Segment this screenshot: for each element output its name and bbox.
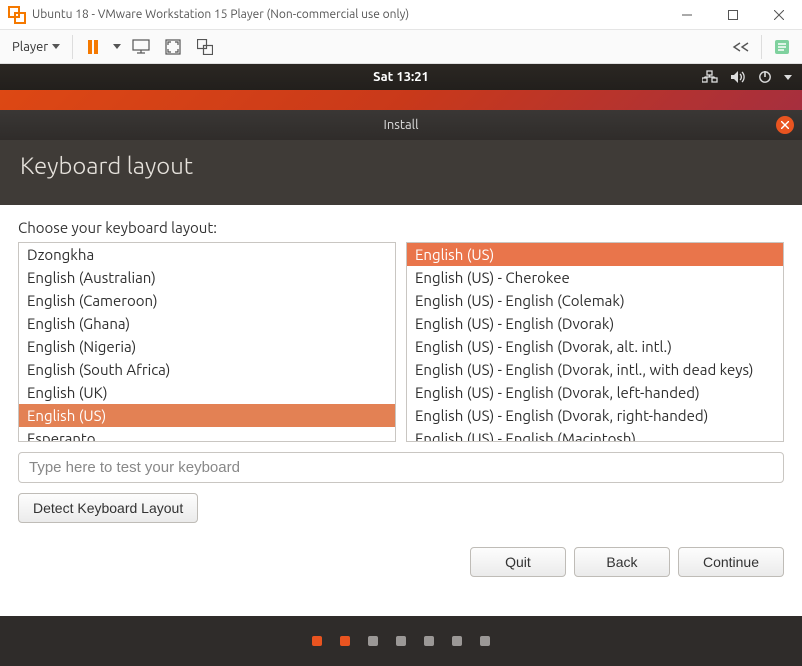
toolbar-separator	[72, 35, 73, 59]
test-keyboard-input[interactable]	[18, 452, 784, 483]
list-item[interactable]: English (US) - English (Dvorak, intl., w…	[407, 358, 783, 381]
progress-dot	[452, 636, 462, 646]
windows-titlebar: Ubuntu 18 - VMware Workstation 15 Player…	[0, 0, 802, 30]
progress-dot	[480, 636, 490, 646]
progress-dot	[368, 636, 378, 646]
list-item[interactable]: English (Australian)	[19, 266, 395, 289]
installer-body: Choose your keyboard layout: DzongkhaEng…	[0, 205, 802, 616]
close-button[interactable]	[756, 0, 802, 29]
list-item[interactable]: English (UK)	[19, 381, 395, 404]
player-menu[interactable]: Player	[8, 38, 64, 56]
maximize-button[interactable]	[710, 0, 756, 29]
list-item[interactable]: English (US) - English (Dvorak, alt. int…	[407, 335, 783, 358]
ubuntu-desktop: Install Keyboard layout Choose your keyb…	[0, 90, 802, 666]
quit-button[interactable]: Quit	[470, 547, 566, 577]
progress-dot	[340, 636, 350, 646]
list-item[interactable]: English (US) - Cherokee	[407, 266, 783, 289]
installer-titlebar: Install	[0, 110, 802, 140]
clock[interactable]: Sat 13:21	[373, 70, 429, 84]
list-item[interactable]: English (Ghana)	[19, 312, 395, 335]
list-item[interactable]: English (US)	[407, 243, 783, 266]
progress-dots	[0, 616, 802, 666]
page-heading: Keyboard layout	[0, 140, 802, 205]
list-item[interactable]: English (US) - English (Dvorak, right-ha…	[407, 404, 783, 427]
vmware-toolbar: Player	[0, 30, 802, 64]
choose-layout-label: Choose your keyboard layout:	[18, 219, 784, 236]
detect-layout-button[interactable]: Detect Keyboard Layout	[18, 493, 198, 523]
list-item[interactable]: English (Cameroon)	[19, 289, 395, 312]
layout-variant-list[interactable]: English (US)English (US) - CherokeeEngli…	[406, 242, 784, 442]
toolbar-collapse-button[interactable]	[729, 35, 753, 59]
pause-icon	[88, 40, 98, 54]
player-menu-label: Player	[12, 40, 48, 54]
list-item[interactable]: English (US) - English (Colemak)	[407, 289, 783, 312]
volume-icon	[730, 70, 746, 84]
window-controls	[664, 0, 802, 29]
nav-buttons: Quit Back Continue	[18, 547, 784, 577]
message-log-button[interactable]	[770, 35, 794, 59]
list-item[interactable]: English (South Africa)	[19, 358, 395, 381]
window-title: Ubuntu 18 - VMware Workstation 15 Player…	[32, 8, 664, 21]
installer-title: Install	[384, 118, 419, 132]
progress-dot	[312, 636, 322, 646]
send-ctrl-alt-del-button[interactable]	[129, 35, 153, 59]
fullscreen-button[interactable]	[161, 35, 185, 59]
vmware-icon	[8, 6, 26, 24]
chevron-down-icon[interactable]	[113, 44, 121, 49]
list-item[interactable]: English (US) - English (Dvorak)	[407, 312, 783, 335]
list-item[interactable]: English (Nigeria)	[19, 335, 395, 358]
minimize-button[interactable]	[664, 0, 710, 29]
installer-window: Install Keyboard layout Choose your keyb…	[0, 110, 802, 666]
chevron-down-icon	[52, 44, 60, 49]
progress-dot	[396, 636, 406, 646]
list-item[interactable]: Dzongkha	[19, 243, 395, 266]
continue-button[interactable]: Continue	[678, 547, 784, 577]
pause-vm-button[interactable]	[81, 35, 105, 59]
progress-dot	[424, 636, 434, 646]
unity-mode-button[interactable]	[193, 35, 217, 59]
chevron-down-icon	[784, 75, 792, 80]
status-area[interactable]	[702, 64, 792, 90]
language-family-list[interactable]: DzongkhaEnglish (Australian)English (Cam…	[18, 242, 396, 442]
layout-lists: DzongkhaEnglish (Australian)English (Cam…	[18, 242, 784, 442]
list-item[interactable]: Esperanto	[19, 427, 395, 442]
power-icon	[758, 70, 772, 84]
installer-close-button[interactable]	[776, 116, 794, 134]
network-icon	[702, 70, 718, 84]
list-item[interactable]: English (US) - English (Dvorak, left-han…	[407, 381, 783, 404]
list-item[interactable]: English (US) - English (Macintosh)	[407, 427, 783, 442]
list-item[interactable]: English (US)	[19, 404, 395, 427]
toolbar-separator	[761, 35, 762, 59]
ubuntu-topbar: Sat 13:21	[0, 64, 802, 90]
back-button[interactable]: Back	[574, 547, 670, 577]
